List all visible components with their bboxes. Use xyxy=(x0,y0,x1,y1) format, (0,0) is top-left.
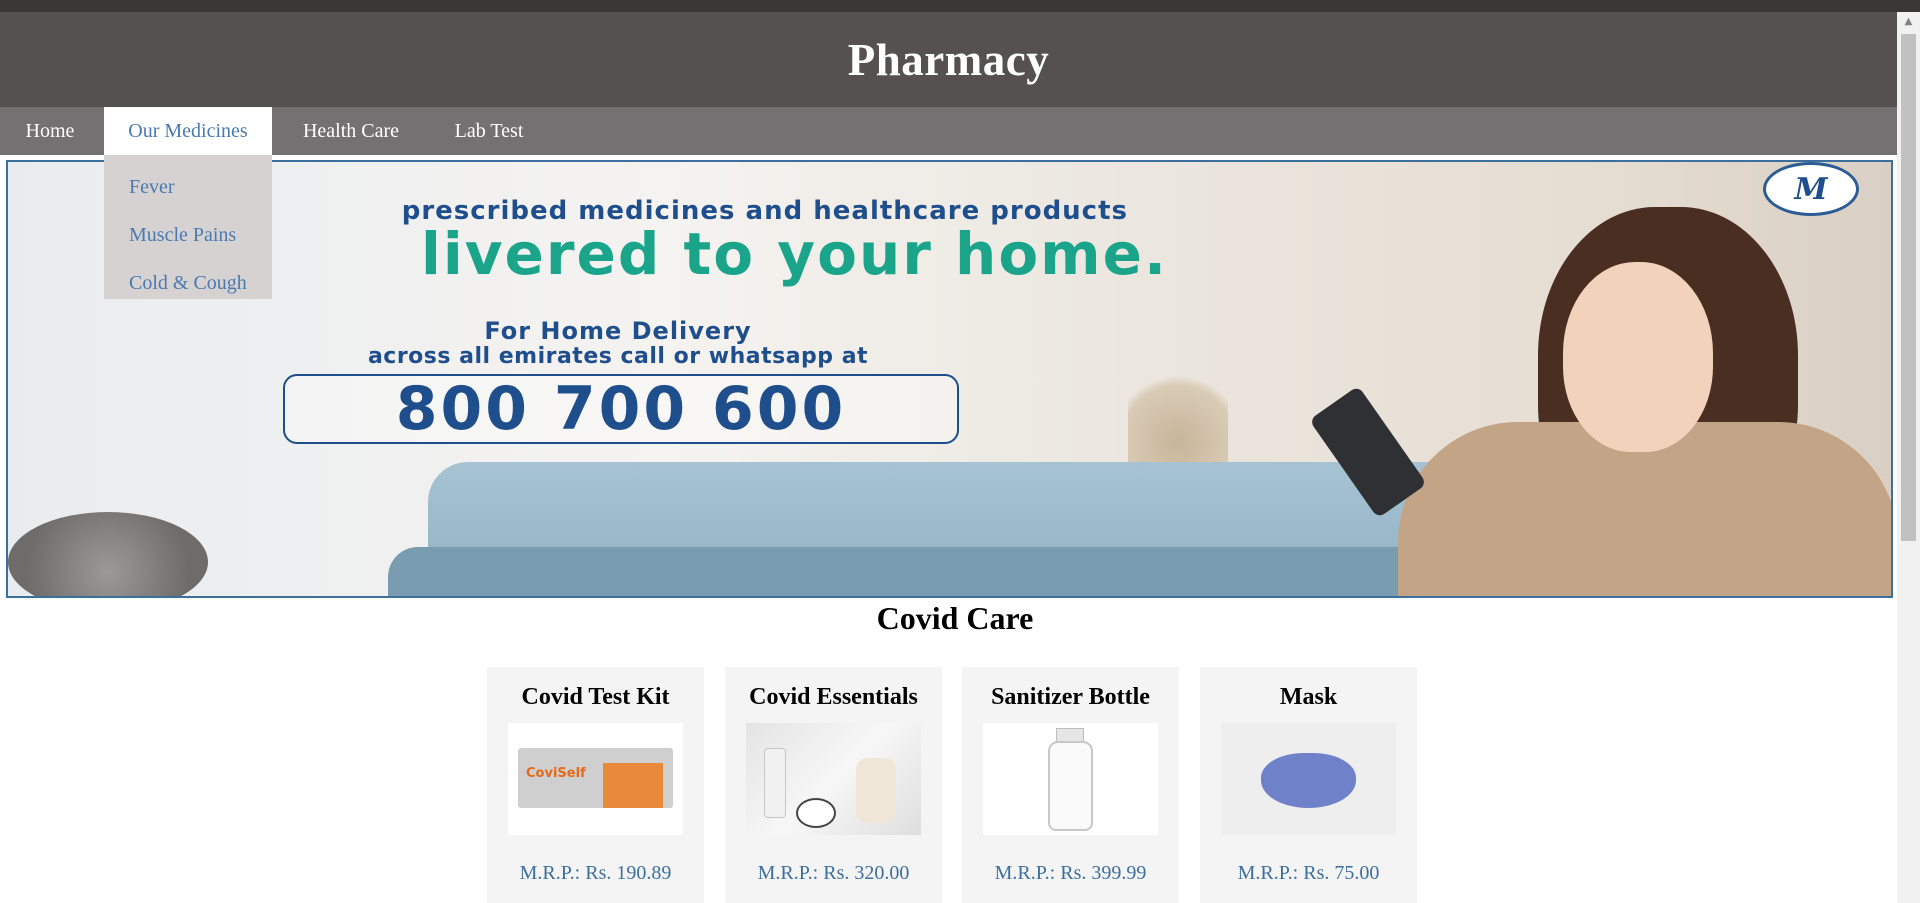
main-nav: Home Our Medicines Health Care Lab Test xyxy=(0,107,1897,155)
scroll-up-arrow-icon[interactable]: ▲ xyxy=(1897,12,1920,32)
product-name: Sanitizer Bottle xyxy=(991,684,1150,710)
essentials-mask xyxy=(796,798,836,828)
product-image-test-kit: CoviSelf xyxy=(508,723,683,835)
kit-orange-panel xyxy=(603,763,663,808)
product-price: M.R.P.: Rs. 75.00 xyxy=(1237,862,1380,884)
product-card[interactable]: Mask M.R.P.: Rs. 75.00 xyxy=(1200,667,1417,903)
nav-item-our-medicines[interactable]: Our Medicines xyxy=(104,107,272,155)
product-image-mask xyxy=(1221,723,1396,835)
kit-label: CoviSelf xyxy=(526,766,586,781)
nav-item-health-care[interactable]: Health Care xyxy=(280,107,422,155)
banner-phone-number: 800 700 600 xyxy=(283,374,959,444)
scrollbar-thumb[interactable] xyxy=(1901,34,1916,541)
product-card[interactable]: Covid Test Kit CoviSelf M.R.P.: Rs. 190.… xyxy=(487,667,704,903)
banner-line-4: across all emirates call or whatsapp at xyxy=(367,344,869,369)
brand-logo-mark: M xyxy=(1794,171,1828,207)
product-card[interactable]: Covid Essentials M.R.P.: Rs. 320.00 xyxy=(725,667,942,903)
medicines-dropdown: Fever Muscle Pains Cold & Cough xyxy=(104,155,272,299)
section-title-covid-care: Covid Care xyxy=(876,600,1034,636)
product-image-essentials xyxy=(746,723,921,835)
page-scrollbar[interactable]: ▲ xyxy=(1897,12,1920,903)
banner-woman-face xyxy=(1563,262,1713,452)
site-title: Pharmacy xyxy=(847,34,1050,85)
product-price: M.R.P.: Rs. 320.00 xyxy=(757,862,910,884)
banner-cushion xyxy=(8,512,208,596)
nav-item-lab-test[interactable]: Lab Test xyxy=(430,107,548,155)
product-name: Mask xyxy=(1279,684,1338,710)
product-card[interactable]: Sanitizer Bottle M.R.P.: Rs. 399.99 xyxy=(962,667,1179,903)
dropdown-item-fever[interactable]: Fever xyxy=(104,163,272,211)
banner-line-3: For Home Delivery xyxy=(484,317,752,345)
nav-item-home[interactable]: Home xyxy=(0,107,100,155)
sanitizer-bottle xyxy=(1048,741,1093,831)
brand-logo: M xyxy=(1763,162,1859,216)
essentials-bottle xyxy=(764,748,786,818)
delivery-banner: M prescribed medicines and healthcare pr… xyxy=(6,160,1893,598)
product-price: M.R.P.: Rs. 399.99 xyxy=(994,862,1147,884)
site-header: Pharmacy xyxy=(0,12,1897,107)
product-name: Covid Test Kit xyxy=(521,684,670,710)
essentials-glove xyxy=(856,758,896,823)
dropdown-item-cold-cough[interactable]: Cold & Cough xyxy=(104,259,272,307)
product-price: M.R.P.: Rs. 190.89 xyxy=(519,862,672,884)
product-name: Covid Essentials xyxy=(749,684,918,710)
mask-shape xyxy=(1261,753,1356,808)
product-image-sanitizer xyxy=(983,723,1158,835)
browser-top-strip xyxy=(0,0,1920,12)
dropdown-item-muscle-pains[interactable]: Muscle Pains xyxy=(104,211,272,259)
